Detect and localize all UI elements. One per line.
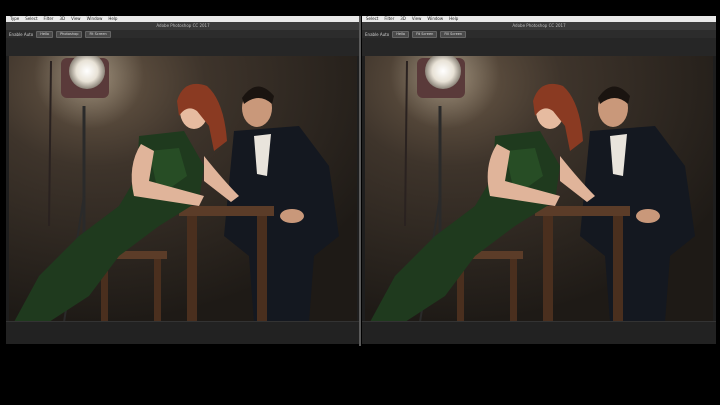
enable-auto-checkbox[interactable]: Enable Auto xyxy=(9,32,33,37)
portrait-couple-photo xyxy=(9,56,357,322)
window-title: Adobe Photoshop CC 2017 xyxy=(362,22,716,30)
window-title: Adobe Photoshop CC 2017 xyxy=(6,22,360,30)
portrait-couple-photo xyxy=(365,56,713,322)
split-divider[interactable] xyxy=(359,16,361,346)
fill-screen-button[interactable]: Fill Screen xyxy=(440,30,467,38)
photo-canvas[interactable] xyxy=(365,56,713,322)
status-bar xyxy=(6,321,360,344)
document-tab-bar xyxy=(6,38,360,56)
options-bar: Enable Auto Hello Fit Screen Fill Screen xyxy=(362,30,716,38)
fit-screen-button[interactable]: Fit Screen xyxy=(412,30,438,38)
photoshop-button[interactable]: Photoshop xyxy=(56,30,83,38)
photo-canvas[interactable] xyxy=(9,56,357,322)
enable-auto-checkbox[interactable]: Enable Auto xyxy=(365,32,389,37)
options-bar: Enable Auto Hello Photoshop Fit Screen xyxy=(6,30,360,38)
fit-screen-button[interactable]: Fit Screen xyxy=(85,30,111,38)
photoshop-window-left: Type Select Filter 3D View Window Help A… xyxy=(6,16,360,344)
document-tab-bar xyxy=(362,38,716,56)
photoshop-window-right: Select Filter 3D View Window Help Adobe … xyxy=(362,16,716,344)
hello-button[interactable]: Hello xyxy=(392,30,410,38)
status-bar xyxy=(362,321,716,344)
hello-button[interactable]: Hello xyxy=(36,30,54,38)
